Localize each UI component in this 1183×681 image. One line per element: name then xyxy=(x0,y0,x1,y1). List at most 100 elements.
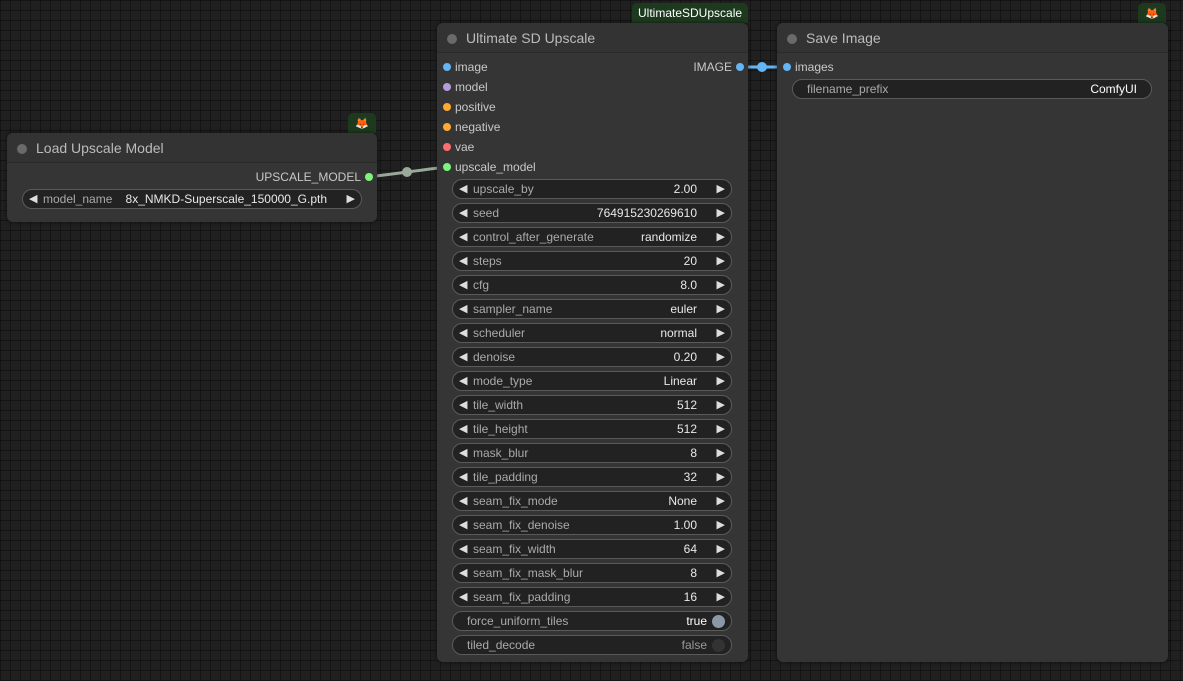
node-ultimate-sd-upscale[interactable]: Ultimate SD Upscale IMAGE image model posi… xyxy=(437,23,748,662)
decrement-arrow-icon[interactable]: ◀ xyxy=(459,540,467,558)
decrement-arrow-icon[interactable]: ◀ xyxy=(459,468,467,486)
increment-arrow-icon[interactable]: ▶ xyxy=(717,444,725,462)
toggle-tiled-decode[interactable]: tiled_decode false xyxy=(452,635,732,655)
toggle-knob-icon[interactable] xyxy=(712,615,725,628)
increment-arrow-icon[interactable]: ▶ xyxy=(717,204,725,222)
node-header[interactable]: Load Upscale Model xyxy=(7,133,377,163)
increment-arrow-icon[interactable]: ▶ xyxy=(717,276,725,294)
widget-tile-padding[interactable]: ◀ tile_padding 32 ▶ xyxy=(452,467,732,487)
increment-arrow-icon[interactable]: ▶ xyxy=(717,252,725,270)
collapse-dot[interactable] xyxy=(447,34,457,44)
widget-value: ComfyUI xyxy=(1090,82,1137,96)
widget-name: seam_fix_mask_blur xyxy=(473,566,584,580)
decrement-arrow-icon[interactable]: ◀ xyxy=(459,276,467,294)
widget-name: scheduler xyxy=(473,326,526,340)
increment-arrow-icon[interactable]: ▶ xyxy=(717,588,725,606)
model-name-combo[interactable]: ◀ model_name 8x_NMKD-Superscale_150000_G… xyxy=(22,189,362,209)
increment-arrow-icon[interactable]: ▶ xyxy=(717,300,725,318)
toggle-force-uniform-tiles[interactable]: force_uniform_tiles true xyxy=(452,611,732,631)
output-image[interactable]: IMAGE xyxy=(624,57,744,77)
decrement-arrow-icon[interactable]: ◀ xyxy=(459,396,467,414)
decrement-arrow-icon[interactable]: ◀ xyxy=(459,588,467,606)
decrement-arrow-icon[interactable]: ◀ xyxy=(459,348,467,366)
increment-arrow-icon[interactable]: ▶ xyxy=(717,228,725,246)
widget-name: force_uniform_tiles xyxy=(467,614,569,628)
widget-tile-height[interactable]: ◀ tile_height 512 ▶ xyxy=(452,419,732,439)
collapse-dot[interactable] xyxy=(787,34,797,44)
decrement-arrow-icon[interactable]: ◀ xyxy=(459,564,467,582)
input-vae[interactable]: vae xyxy=(443,137,593,157)
node-load-upscale-model[interactable]: Load Upscale Model UPSCALE_MODEL ◀ model… xyxy=(7,133,377,222)
increment-arrow-icon[interactable]: ▶ xyxy=(717,324,725,342)
widget-denoise[interactable]: ◀ denoise 0.20 ▶ xyxy=(452,347,732,367)
widget-control-after-generate[interactable]: ◀ control_after_generate randomize ▶ xyxy=(452,227,732,247)
input-dot[interactable] xyxy=(443,143,451,151)
node-header[interactable]: Ultimate SD Upscale xyxy=(437,23,748,53)
collapse-dot[interactable] xyxy=(17,144,27,154)
decrement-arrow-icon[interactable]: ◀ xyxy=(459,300,467,318)
decrement-arrow-icon[interactable]: ◀ xyxy=(459,372,467,390)
widget-seam-fix-mask-blur[interactable]: ◀ seam_fix_mask_blur 8 ▶ xyxy=(452,563,732,583)
input-label: negative xyxy=(455,120,501,134)
input-image[interactable]: image xyxy=(443,57,593,77)
widget-sampler-name[interactable]: ◀ sampler_name euler ▶ xyxy=(452,299,732,319)
decrement-arrow-icon[interactable]: ◀ xyxy=(29,190,37,208)
output-dot[interactable] xyxy=(736,63,744,71)
node-header[interactable]: Save Image xyxy=(777,23,1168,53)
increment-arrow-icon[interactable]: ▶ xyxy=(717,564,725,582)
output-dot[interactable] xyxy=(365,173,373,181)
node-save-image[interactable]: Save Image images filename_prefix ComfyU… xyxy=(777,23,1168,662)
decrement-arrow-icon[interactable]: ◀ xyxy=(459,180,467,198)
widget-name: seam_fix_denoise xyxy=(473,518,570,532)
input-upscale-model[interactable]: upscale_model xyxy=(443,157,593,177)
increment-arrow-icon[interactable]: ▶ xyxy=(717,468,725,486)
increment-arrow-icon[interactable]: ▶ xyxy=(717,516,725,534)
decrement-arrow-icon[interactable]: ◀ xyxy=(459,228,467,246)
input-negative[interactable]: negative xyxy=(443,117,593,137)
widget-tile-width[interactable]: ◀ tile_width 512 ▶ xyxy=(452,395,732,415)
input-dot[interactable] xyxy=(443,103,451,111)
decrement-arrow-icon[interactable]: ◀ xyxy=(459,492,467,510)
widget-steps[interactable]: ◀ steps 20 ▶ xyxy=(452,251,732,271)
increment-arrow-icon[interactable]: ▶ xyxy=(717,348,725,366)
toggle-knob-icon[interactable] xyxy=(712,639,725,652)
widget-mask-blur[interactable]: ◀ mask_blur 8 ▶ xyxy=(452,443,732,463)
widget-seam-fix-denoise[interactable]: ◀ seam_fix_denoise 1.00 ▶ xyxy=(452,515,732,535)
decrement-arrow-icon[interactable]: ◀ xyxy=(459,420,467,438)
increment-arrow-icon[interactable]: ▶ xyxy=(717,420,725,438)
input-positive[interactable]: positive xyxy=(443,97,593,117)
widget-mode-type[interactable]: ◀ mode_type Linear ▶ xyxy=(452,371,732,391)
widget-seam-fix-width[interactable]: ◀ seam_fix_width 64 ▶ xyxy=(452,539,732,559)
input-dot[interactable] xyxy=(443,63,451,71)
decrement-arrow-icon[interactable]: ◀ xyxy=(459,516,467,534)
input-images[interactable]: images xyxy=(783,57,903,77)
link-image-midpoint xyxy=(757,62,767,72)
decrement-arrow-icon[interactable]: ◀ xyxy=(459,324,467,342)
widget-scheduler[interactable]: ◀ scheduler normal ▶ xyxy=(452,323,732,343)
widget-value: 20 xyxy=(683,254,697,268)
decrement-arrow-icon[interactable]: ◀ xyxy=(459,204,467,222)
output-upscale-model[interactable]: UPSCALE_MODEL xyxy=(173,167,373,187)
fox-icon: 🦊 xyxy=(1145,7,1159,20)
increment-arrow-icon[interactable]: ▶ xyxy=(717,372,725,390)
widget-upscale-by[interactable]: ◀ upscale_by 2.00 ▶ xyxy=(452,179,732,199)
decrement-arrow-icon[interactable]: ◀ xyxy=(459,252,467,270)
input-model[interactable]: model xyxy=(443,77,593,97)
increment-arrow-icon[interactable]: ▶ xyxy=(717,396,725,414)
input-dot[interactable] xyxy=(443,163,451,171)
widget-value: 16 xyxy=(683,590,697,604)
widget-seam-fix-mode[interactable]: ◀ seam_fix_mode None ▶ xyxy=(452,491,732,511)
widget-cfg[interactable]: ◀ cfg 8.0 ▶ xyxy=(452,275,732,295)
filename-prefix-field[interactable]: filename_prefix ComfyUI xyxy=(792,79,1152,99)
increment-arrow-icon[interactable]: ▶ xyxy=(347,190,355,208)
increment-arrow-icon[interactable]: ▶ xyxy=(717,540,725,558)
decrement-arrow-icon[interactable]: ◀ xyxy=(459,444,467,462)
widget-seam-fix-padding[interactable]: ◀ seam_fix_padding 16 ▶ xyxy=(452,587,732,607)
widget-value: 1.00 xyxy=(673,518,697,532)
input-dot[interactable] xyxy=(443,83,451,91)
input-dot[interactable] xyxy=(783,63,791,71)
increment-arrow-icon[interactable]: ▶ xyxy=(717,180,725,198)
input-dot[interactable] xyxy=(443,123,451,131)
increment-arrow-icon[interactable]: ▶ xyxy=(717,492,725,510)
widget-seed[interactable]: ◀ seed 764915230269610 ▶ xyxy=(452,203,732,223)
